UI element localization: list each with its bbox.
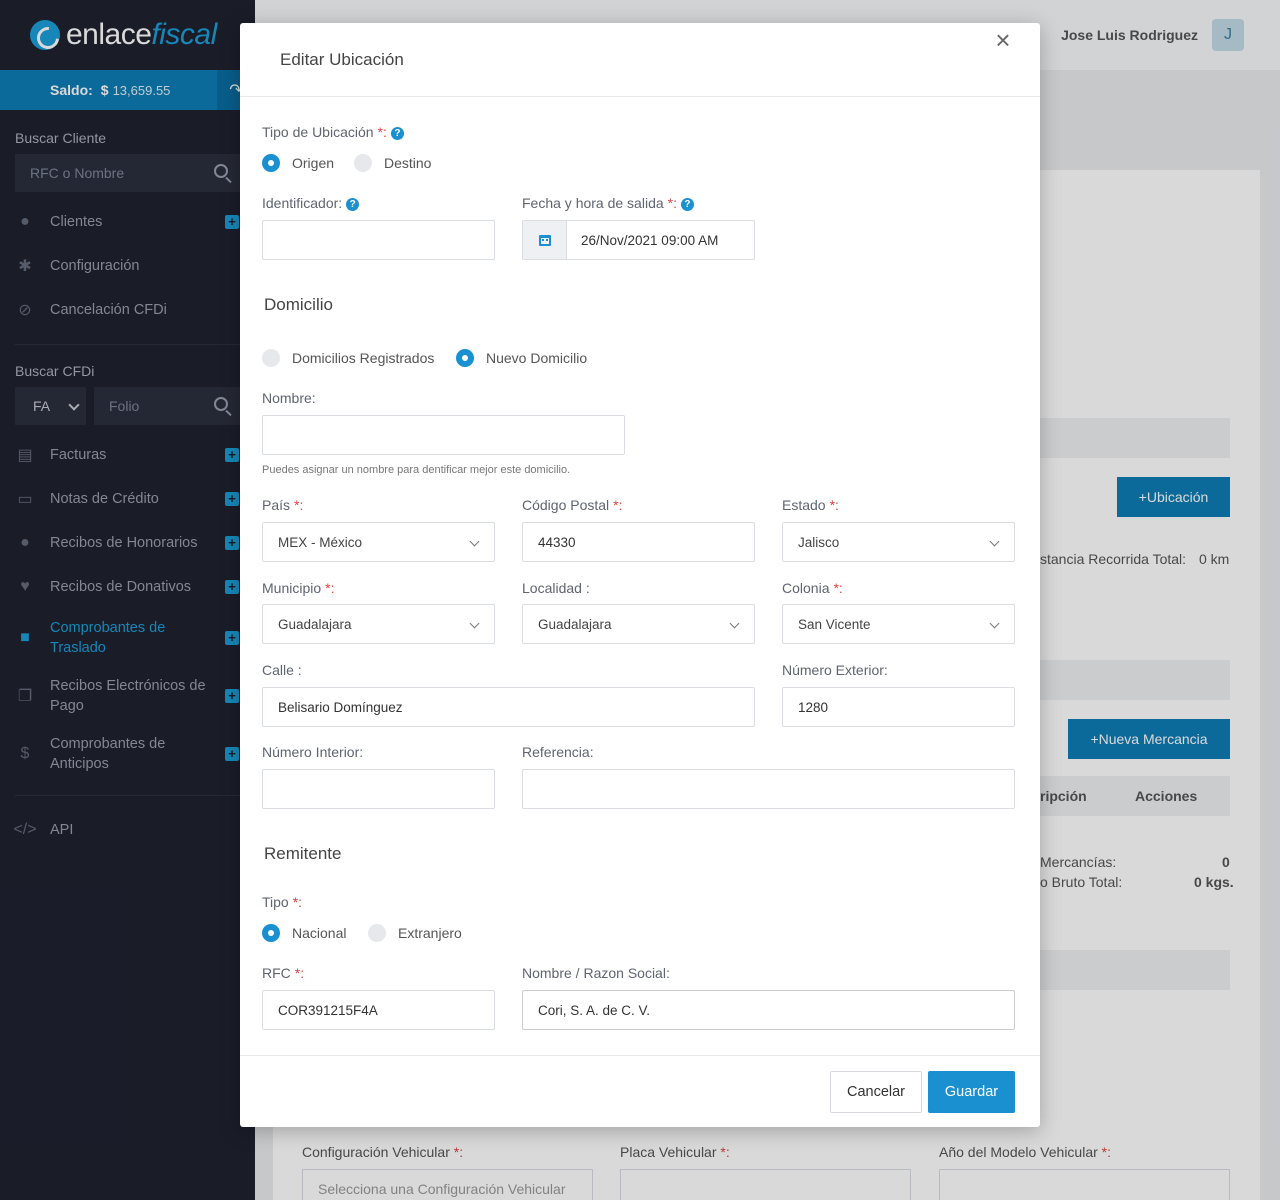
nombre-input[interactable] [262, 415, 625, 455]
nombre-label: Nombre: [262, 390, 316, 406]
municipio-label: Municipio *: [262, 580, 335, 596]
calendar-button[interactable] [523, 221, 567, 259]
num-ext-input[interactable]: 1280 [782, 687, 1015, 727]
radio-unchecked-icon [354, 154, 372, 172]
help-icon[interactable]: ? [680, 198, 694, 211]
modal-footer: Cancelar Guardar [240, 1055, 1040, 1127]
calle-label: Calle : [262, 662, 302, 678]
radio-checked-icon [262, 154, 280, 172]
colonia-select[interactable]: San Vicente [782, 604, 1015, 644]
radio-domicilios-registrados[interactable]: Domicilios Registrados [262, 349, 434, 367]
colonia-label: Colonia *: [782, 580, 843, 596]
razon-social-input[interactable]: Cori, S. A. de C. V. [522, 990, 1015, 1030]
radio-unchecked-icon [368, 924, 386, 942]
nombre-hint: Puedes asignar un nombre para dentificar… [262, 464, 571, 476]
rfc-input[interactable]: COR391215F4A [262, 990, 495, 1030]
tipo-ubicacion-label: Tipo de Ubicación *:? [262, 124, 404, 140]
identificador-label: Identificador:? [262, 195, 360, 211]
radio-origen[interactable]: Origen [262, 154, 334, 172]
estado-label: Estado *: [782, 497, 839, 513]
radio-checked-icon [456, 349, 474, 367]
estado-select[interactable]: Jalisco [782, 522, 1015, 562]
help-icon[interactable]: ? [390, 127, 404, 140]
pais-label: País *: [262, 497, 304, 513]
radio-extranjero[interactable]: Extranjero [368, 924, 462, 942]
domicilio-title: Domicilio [264, 295, 333, 314]
pais-select[interactable]: MEX - México [262, 522, 495, 562]
radio-nacional[interactable]: Nacional [262, 924, 346, 942]
save-button[interactable]: Guardar [928, 1071, 1015, 1113]
modal-header: Editar Ubicación × [240, 23, 1040, 97]
cancel-button[interactable]: Cancelar [830, 1071, 922, 1113]
referencia-label: Referencia: [522, 744, 594, 760]
fecha-value: 26/Nov/2021 09:00 AM [581, 232, 719, 248]
tipo-remitente-label: Tipo *: [262, 894, 303, 910]
localidad-select[interactable]: Guadalajara [522, 604, 755, 644]
cp-label: Código Postal *: [522, 497, 623, 513]
radio-checked-icon [262, 924, 280, 942]
num-int-input[interactable] [262, 769, 495, 809]
fecha-label: Fecha y hora de salida *:? [522, 195, 694, 211]
radio-nuevo-domicilio[interactable]: Nuevo Domicilio [456, 349, 587, 367]
referencia-input[interactable] [522, 769, 1015, 809]
close-icon[interactable]: × [990, 27, 1016, 53]
num-int-label: Número Interior: [262, 744, 364, 760]
rfc-label: RFC *: [262, 965, 305, 981]
localidad-label: Localidad : [522, 580, 590, 596]
identificador-input[interactable] [262, 220, 495, 260]
help-icon[interactable]: ? [346, 198, 360, 211]
municipio-select[interactable]: Guadalajara [262, 604, 495, 644]
razon-social-label: Nombre / Razon Social: [522, 965, 670, 981]
modal-title: Editar Ubicación [280, 49, 404, 69]
calendar-icon [538, 234, 551, 246]
calle-input[interactable]: Belisario Domínguez [262, 687, 755, 727]
radio-unchecked-icon [262, 349, 280, 367]
num-ext-label: Número Exterior: [782, 662, 888, 678]
remitente-title: Remitente [264, 844, 342, 863]
fecha-input[interactable]: 26/Nov/2021 09:00 AM [522, 220, 755, 260]
editar-ubicacion-modal: Editar Ubicación × Tipo de Ubicación *:? … [240, 23, 1040, 1127]
cp-input[interactable]: 44330 [522, 522, 755, 562]
radio-destino[interactable]: Destino [354, 154, 431, 172]
